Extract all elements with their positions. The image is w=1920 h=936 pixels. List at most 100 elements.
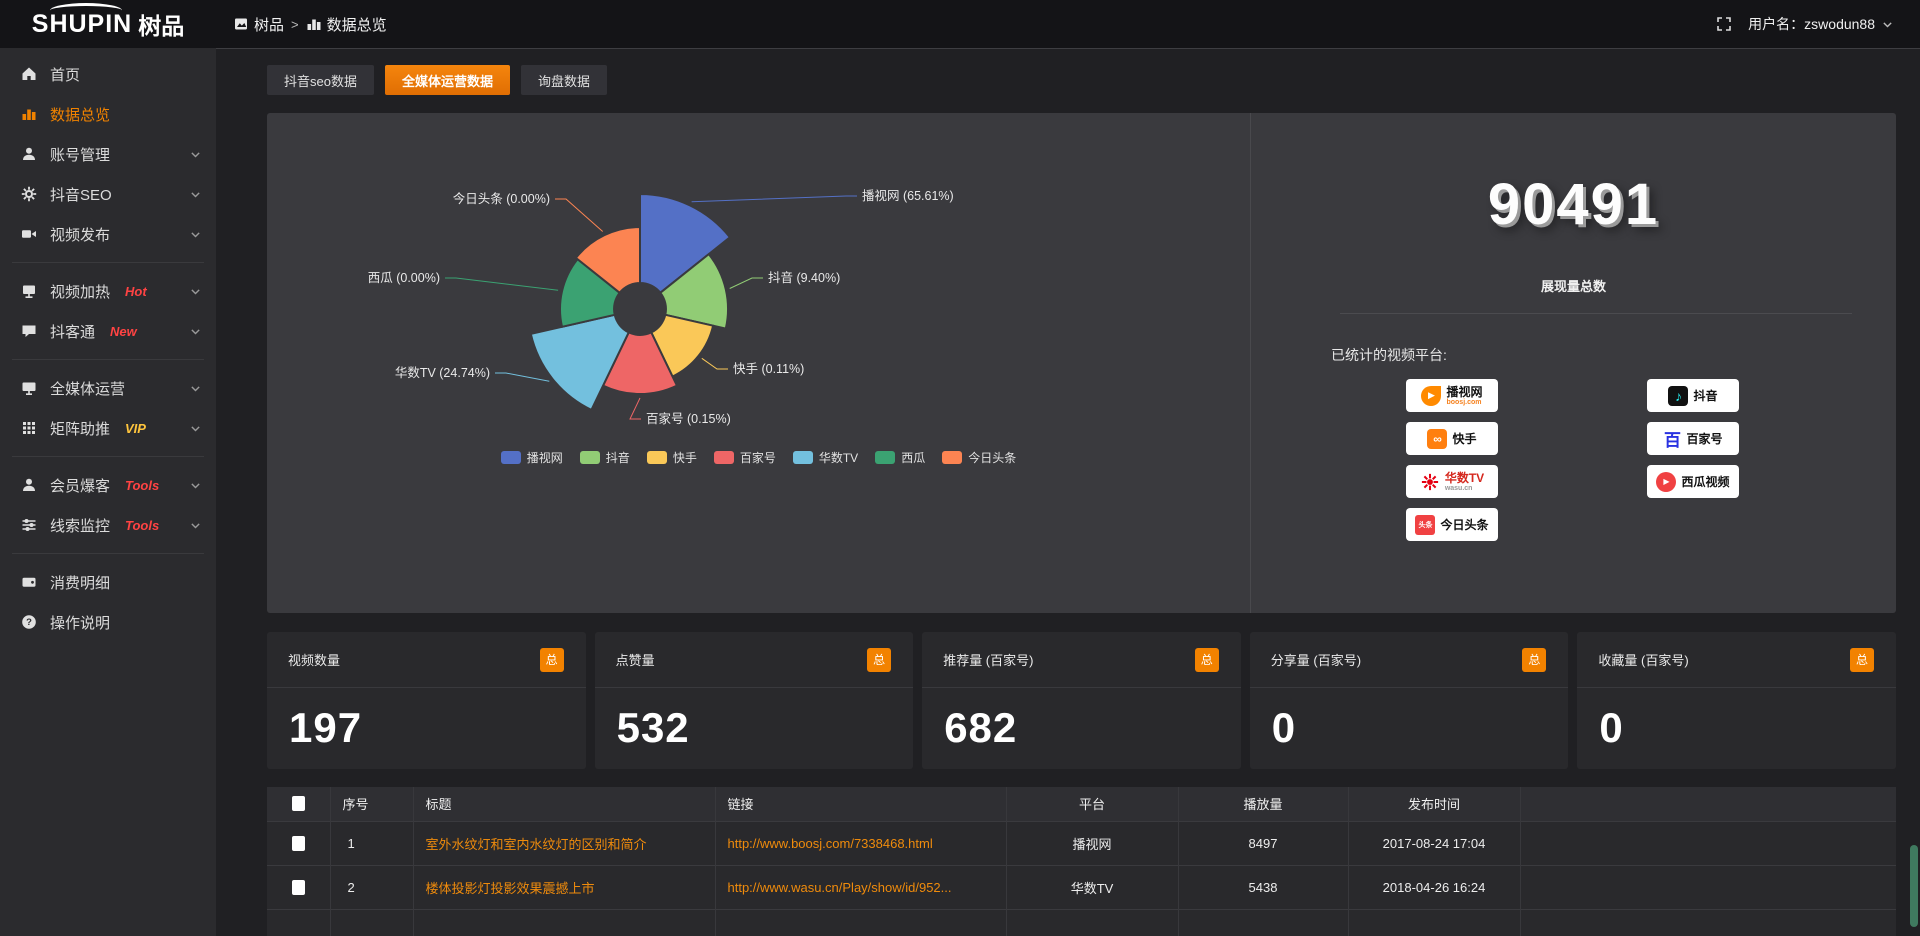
stat-card-value: 532 [595,688,914,752]
video-table: 序号标题链接平台播放量发布时间 1室外水纹灯和室内水纹灯的区别和简介http:/… [267,787,1896,936]
pie-slice-华数TV[interactable] [531,315,629,410]
video-table-wrap: 序号标题链接平台播放量发布时间 1室外水纹灯和室内水纹灯的区别和简介http:/… [267,787,1896,936]
label-leader-line [555,199,603,232]
select-all-checkbox[interactable] [292,796,305,811]
legend-item-快手[interactable]: 快手 [647,449,697,466]
sidebar-item-消费明细[interactable]: 消费明细 [0,562,216,602]
platform-badge-快手: ∞快手 [1406,422,1498,455]
time-cell: 2017-08-24 17:04 [1348,821,1520,865]
platform-name: 西瓜视频 [1681,476,1729,488]
stat-cards: 视频数量总197点赞量总532推荐量 (百家号)总682分享量 (百家号)总0收… [267,632,1896,769]
platform-name: 抖音 [1693,390,1717,402]
stat-card-value: 0 [1577,688,1896,752]
breadcrumb-item[interactable]: 树品 [233,14,284,35]
sidebar-item-label: 账号管理 [50,144,110,165]
legend-swatch [875,451,895,464]
sidebar-item-label: 抖音SEO [50,184,112,205]
sidebar-divider [12,262,204,263]
col-header-标题: 标题 [413,787,715,821]
page-scrollbar[interactable] [1910,48,1918,936]
sidebar-item-label: 操作说明 [50,612,110,633]
legend-label: 播视网 [527,449,563,466]
breadcrumb-item[interactable]: 数据总览 [306,14,387,35]
legend-swatch [793,451,813,464]
table-row: 2楼体投影灯投影效果震撼上市http://www.wasu.cn/Play/sh… [267,865,1896,909]
video-link[interactable]: http://www.wasu.cn/Play/show/id/952... [715,865,1006,909]
video-title[interactable]: 楼体投影灯投影效果震撼上市 [413,865,715,909]
sidebar-badge-VIP: VIP [125,421,146,436]
chevron-down-icon [189,148,202,161]
blank-cell [1520,865,1896,909]
sidebar-item-视频加热[interactable]: 视频加热Hot [0,271,216,311]
sidebar-item-矩阵助推[interactable]: 矩阵助推VIP [0,408,216,448]
app-icon [233,16,249,32]
user-icon [20,146,37,162]
platform-badge-百家号: 百百家号 [1647,422,1739,455]
platform-name: 今日头条 [1440,519,1488,531]
tab-全媒体运营数据[interactable]: 全媒体运营数据 [385,65,510,95]
stat-card-收藏量 (百家号): 收藏量 (百家号)总0 [1577,632,1896,769]
xigua-logo-icon: ▶ [1656,472,1676,492]
sidebar-item-抖音SEO[interactable]: 抖音SEO [0,174,216,214]
logo-text: SHUPIN [32,10,132,39]
sidebar-badge-Tools: Tools [125,518,159,533]
legend-label: 百家号 [740,449,776,466]
tab-抖音seo数据[interactable]: 抖音seo数据 [267,65,374,95]
impressions-total-label: 展现量总数 [1251,276,1896,295]
sidebar-item-label: 视频加热 [50,281,110,302]
legend-item-今日头条[interactable]: 今日头条 [942,449,1016,466]
sidebar-item-视频发布[interactable]: 视频发布 [0,214,216,254]
platform-name: 华数TV [1445,472,1484,484]
sidebar-item-会员爆客[interactable]: 会员爆客 Tools [0,465,216,505]
sidebar-item-label: 数据总览 [50,104,110,125]
row-checkbox[interactable] [292,836,305,851]
platform-name: 快手 [1452,433,1476,445]
legend-item-百家号[interactable]: 百家号 [714,449,776,466]
col-header-平台: 平台 [1006,787,1178,821]
legend-item-西瓜[interactable]: 西瓜 [875,449,925,466]
member-icon [20,477,37,493]
col-header-链接: 链接 [715,787,1006,821]
sidebar-item-线索监控[interactable]: 线索监控Tools [0,505,216,545]
username-label: 用户名：zswodun88 [1748,14,1875,34]
legend-label: 快手 [673,449,697,466]
fullscreen-icon[interactable] [1716,16,1732,32]
row-checkbox[interactable] [292,880,305,895]
video-link[interactable] [715,909,1006,936]
video-title[interactable]: 室外水纹灯和室内水纹灯的区别和简介 [413,821,715,865]
impressions-total: 90491 [1251,171,1896,238]
platform-cell [1006,909,1178,936]
sidebar-item-全媒体运营[interactable]: 全媒体运营 [0,368,216,408]
legend-swatch [942,451,962,464]
scrollbar-thumb[interactable] [1910,845,1918,927]
sidebar-item-数据总览[interactable]: 数据总览 [0,94,216,134]
video-link[interactable]: http://www.boosj.com/7338468.html [715,821,1006,865]
legend-item-华数TV[interactable]: 华数TV [793,449,858,466]
baijiahao-logo-icon: 百 [1663,429,1681,449]
pie-label-抖音: 抖音 (9.40%) [768,270,840,285]
chevron-down-icon [189,325,202,338]
platform-name: 百家号 [1686,433,1722,445]
label-leader-line [702,358,728,369]
col-header-blank [267,787,330,821]
total-badge: 总 [540,648,564,672]
sidebar-badge-Tools: Tools [125,478,159,493]
video-icon [20,226,37,242]
sidebar-item-账号管理[interactable]: 账号管理 [0,134,216,174]
tab-询盘数据[interactable]: 询盘数据 [521,65,607,95]
breadcrumb-label: 数据总览 [327,14,387,35]
stat-card-value: 197 [267,688,586,752]
sidebar-item-首页[interactable]: 首页 [0,54,216,94]
video-title[interactable] [413,909,715,936]
sidebar-item-抖客通[interactable]: 抖客通New [0,311,216,351]
row-index: 2 [330,865,413,909]
sidebar-item-label: 会员爆客 [50,475,110,496]
legend-item-抖音[interactable]: 抖音 [580,449,630,466]
legend-label: 抖音 [606,449,630,466]
sidebar-item-操作说明[interactable]: ?操作说明 [0,602,216,642]
user-menu[interactable]: 用户名：zswodun88 [1748,14,1894,34]
row-index: 1 [330,821,413,865]
platform-subtext: boosj.com [1446,399,1481,406]
legend-item-播视网[interactable]: 播视网 [501,449,563,466]
rose-chart-svg: 播视网 (65.61%)抖音 (9.40%)快手 (0.11%)百家号 (0.1… [267,113,1250,613]
